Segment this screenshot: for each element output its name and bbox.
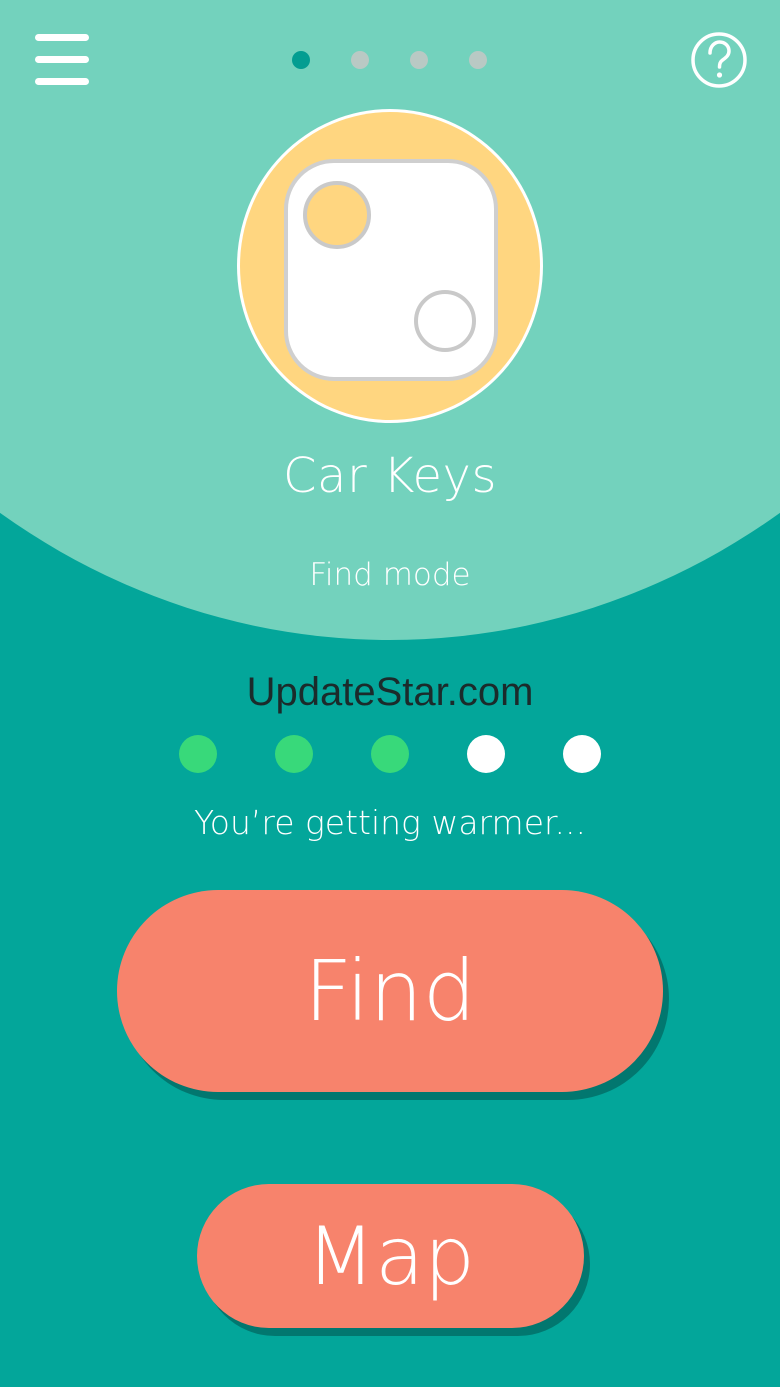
signal-dot bbox=[563, 735, 601, 773]
mode-label: Find mode bbox=[309, 557, 471, 593]
page-dot[interactable] bbox=[410, 51, 428, 69]
question-mark-icon[interactable] bbox=[690, 31, 748, 89]
map-button[interactable]: Map bbox=[197, 1184, 584, 1328]
signal-dot bbox=[275, 735, 313, 773]
find-screen: Car Keys Find mode UpdateStar.com You’re… bbox=[0, 0, 780, 1387]
signal-strength-indicator bbox=[179, 735, 601, 773]
signal-dot bbox=[467, 735, 505, 773]
find-button[interactable]: Find bbox=[117, 890, 663, 1092]
proximity-hint: You’re getting warmer... bbox=[193, 803, 587, 842]
hamburger-menu-icon[interactable] bbox=[35, 34, 89, 86]
tracker-tag-icon bbox=[284, 159, 498, 381]
device-name: Car Keys bbox=[283, 448, 497, 504]
signal-dot bbox=[371, 735, 409, 773]
signal-dot bbox=[179, 735, 217, 773]
page-indicator bbox=[292, 51, 487, 69]
watermark-text: UpdateStar.com bbox=[246, 670, 534, 714]
page-dot[interactable] bbox=[469, 51, 487, 69]
page-dot[interactable] bbox=[292, 51, 310, 69]
page-dot[interactable] bbox=[351, 51, 369, 69]
